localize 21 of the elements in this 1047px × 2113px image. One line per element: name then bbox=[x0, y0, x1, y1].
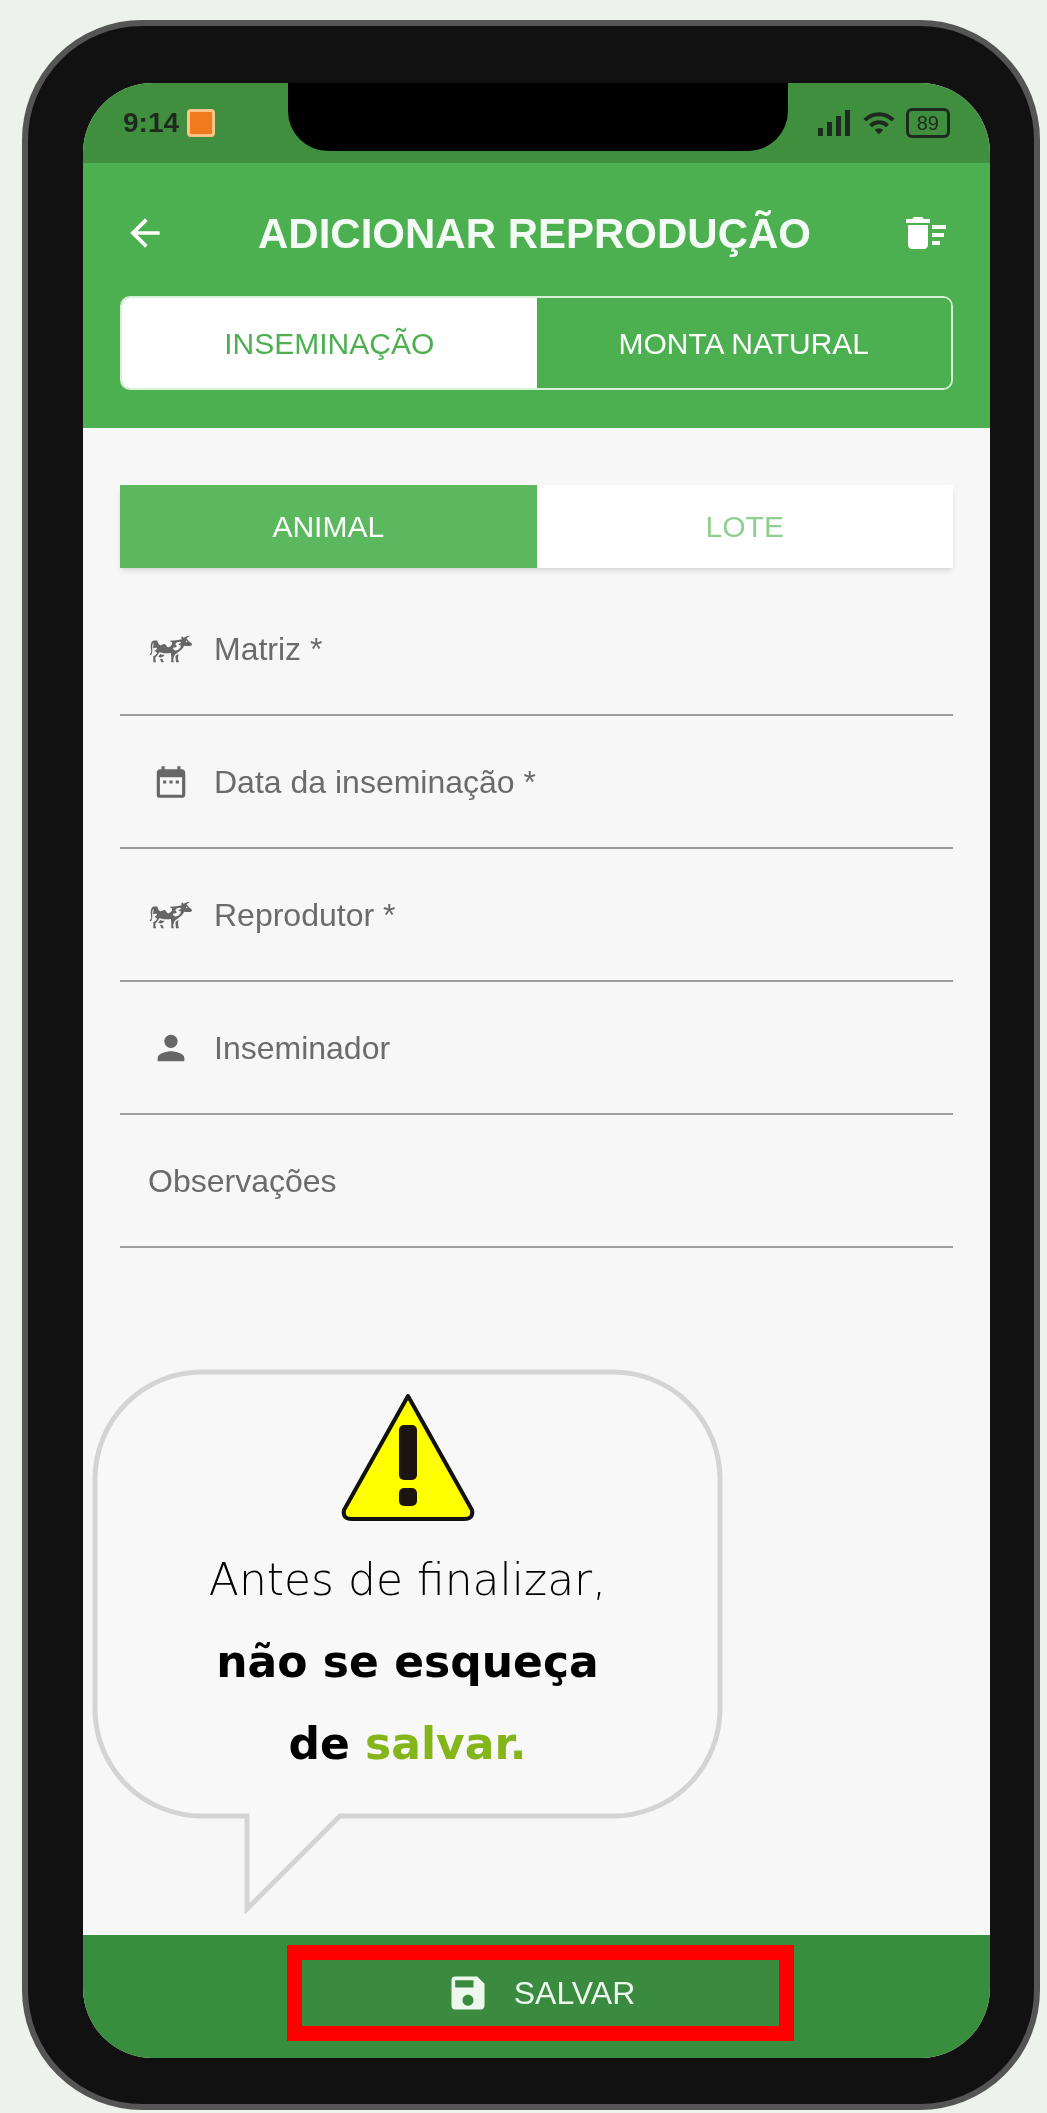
screen-title: ADICIONAR REPRODUÇÃO bbox=[257, 208, 812, 259]
reminder-text: Antes de finalizar, não se esqueça de salvar. bbox=[208, 1553, 607, 1771]
form-field[interactable]: Reprodutor * bbox=[120, 849, 953, 982]
mode-tab[interactable]: INSEMINAÇÃO bbox=[122, 298, 537, 388]
target-tab[interactable]: LOTE bbox=[536, 485, 953, 568]
form-field[interactable]: Observações bbox=[120, 1115, 953, 1248]
field-input[interactable]: Observações bbox=[148, 1156, 953, 1205]
battery-indicator: 89 bbox=[905, 108, 950, 138]
field-input[interactable]: Data da inseminação * bbox=[214, 757, 953, 806]
status-time: 9:14 bbox=[123, 106, 180, 140]
signal-icon bbox=[815, 110, 852, 136]
notification-icon bbox=[187, 109, 216, 137]
field-input[interactable]: Matriz * bbox=[214, 624, 953, 673]
field-input[interactable]: Inseminador bbox=[214, 1023, 953, 1072]
form-field[interactable]: Inseminador bbox=[120, 982, 953, 1115]
save-button[interactable]: SALVAR bbox=[287, 1945, 794, 2041]
form-field[interactable]: Data da inseminação * bbox=[120, 716, 953, 849]
warning-icon bbox=[339, 1392, 476, 1523]
field-input[interactable]: Reprodutor * bbox=[214, 890, 953, 939]
form-field[interactable]: Matriz * bbox=[120, 583, 953, 716]
target-tab[interactable]: ANIMAL bbox=[120, 485, 537, 568]
